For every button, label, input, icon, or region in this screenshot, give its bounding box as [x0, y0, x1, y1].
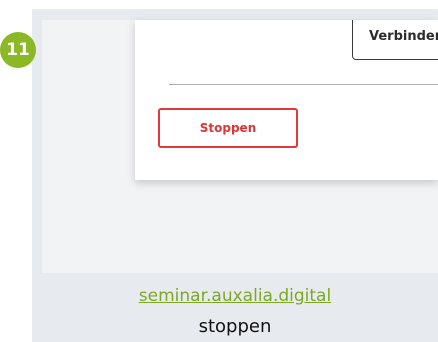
stop-button[interactable]: Stoppen: [158, 108, 298, 148]
caption-text: stoppen: [198, 316, 272, 337]
caption-link[interactable]: seminar.auxalia.digital: [32, 286, 438, 306]
step-number-badge: 11: [0, 32, 36, 68]
dialog-card: Verbinden Stoppen: [135, 20, 438, 180]
divider: [169, 84, 438, 85]
connect-button[interactable]: Verbinden: [352, 20, 438, 60]
